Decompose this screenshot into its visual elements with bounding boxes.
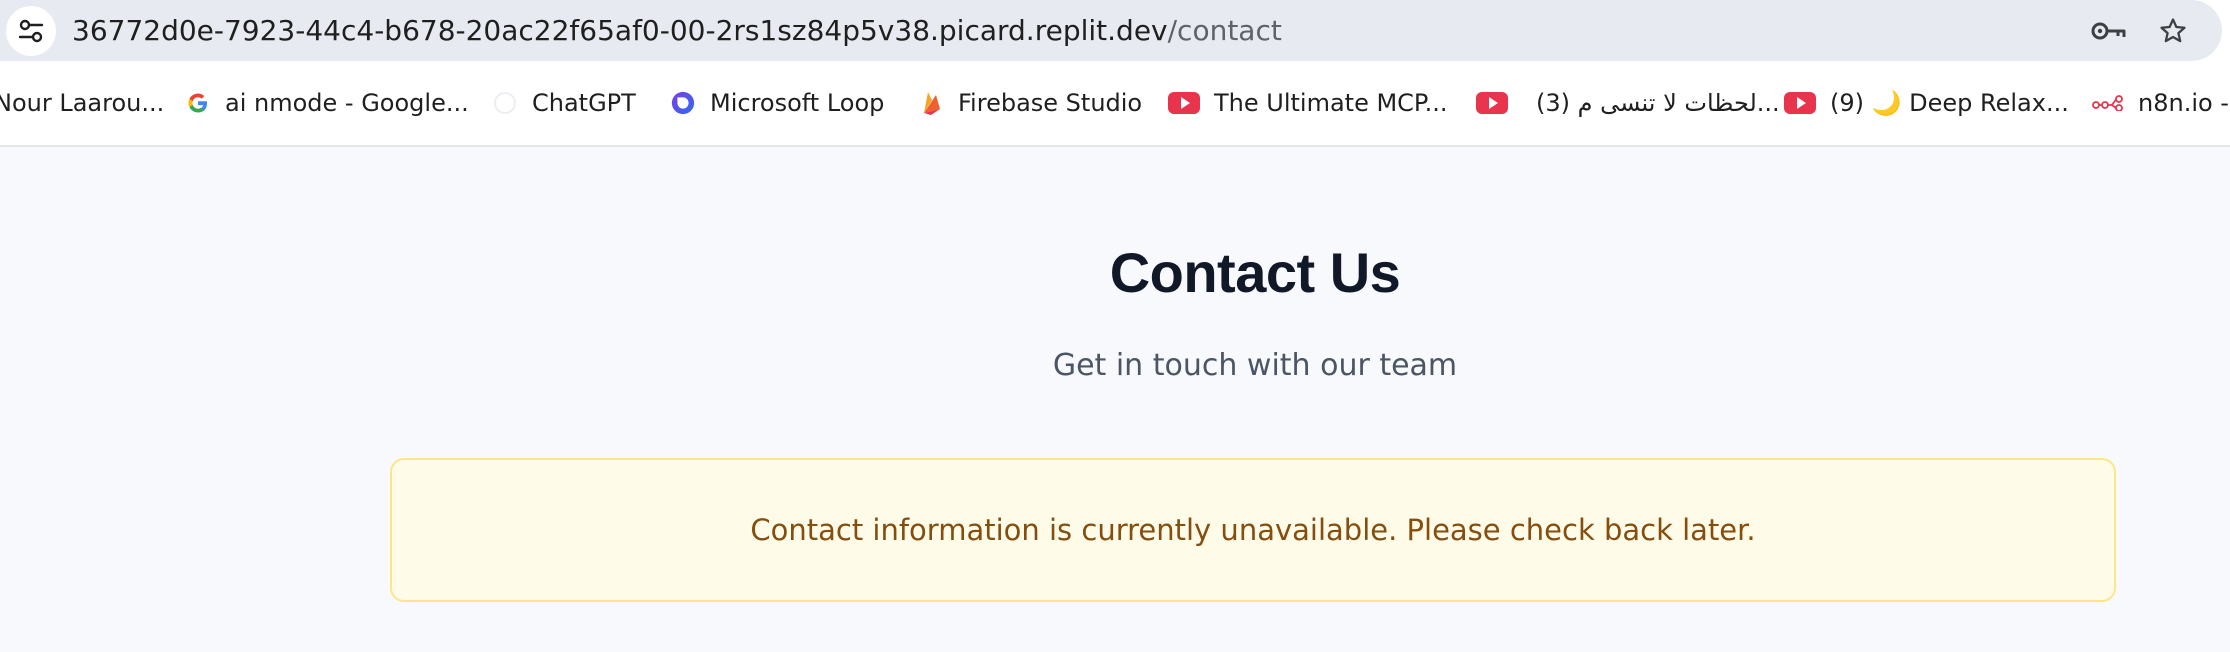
page-title: Contact Us bbox=[1109, 241, 1401, 304]
youtube-icon bbox=[1168, 90, 1200, 116]
youtube-icon bbox=[1476, 90, 1508, 116]
bookmark-label: ai nmode - Google... bbox=[225, 89, 469, 117]
url-text[interactable]: 36772d0e-7923-44c4-b678-20ac22f65af0-00-… bbox=[72, 0, 1282, 61]
bookmark-item[interactable]: The Ultimate MCP... bbox=[1168, 72, 1448, 134]
bookmark-item[interactable]: n8n.io - bbox=[2092, 72, 2229, 134]
bookmark-item[interactable]: Firebase Studio bbox=[918, 72, 1142, 134]
bookmark-label: The Ultimate MCP... bbox=[1214, 89, 1448, 117]
bookmark-item[interactable]: Nour Laarou... bbox=[0, 72, 164, 134]
bookmark-label: n8n.io - bbox=[2138, 89, 2229, 117]
star-icon bbox=[2160, 18, 2186, 43]
page-subtitle: Get in touch with our team bbox=[1052, 348, 1458, 383]
tune-icon bbox=[18, 19, 44, 43]
bookmarks-bar: Nour Laarou... ai nmode - Google... Chat… bbox=[0, 72, 2230, 134]
bookmark-label: Microsoft Loop bbox=[710, 89, 885, 117]
address-bar[interactable]: 36772d0e-7923-44c4-b678-20ac22f65af0-00-… bbox=[0, 0, 2222, 61]
url-path: /contact bbox=[1167, 14, 1282, 47]
bookmark-item[interactable]: Microsoft Loop bbox=[670, 72, 884, 134]
bookmark-item[interactable]: ChatGPT bbox=[492, 72, 636, 134]
firebase-icon bbox=[918, 90, 944, 116]
bookmark-item[interactable]: ai nmode - Google... bbox=[185, 72, 469, 134]
bookmark-label: (9) 🌙 Deep Relax... bbox=[1830, 89, 2069, 117]
bookmark-label: Nour Laarou... bbox=[0, 89, 165, 117]
key-icon bbox=[2091, 22, 2126, 40]
youtube-icon bbox=[1784, 90, 1816, 116]
chatgpt-icon bbox=[492, 90, 518, 116]
bookmark-item[interactable]: (9) 🌙 Deep Relax... bbox=[1784, 72, 2069, 134]
site-info-button[interactable] bbox=[6, 6, 56, 56]
bookmark-label: ChatGPT bbox=[532, 89, 636, 117]
google-icon bbox=[185, 90, 211, 116]
password-manager-button[interactable] bbox=[2086, 8, 2132, 54]
loop-icon bbox=[670, 90, 696, 116]
notice-banner: Contact information is currently unavail… bbox=[390, 458, 2116, 602]
bookmark-label: (3) لحظات لا تنسى م... bbox=[1536, 89, 1780, 117]
bookmark-star-button[interactable] bbox=[2150, 8, 2196, 54]
url-host: 36772d0e-7923-44c4-b678-20ac22f65af0-00-… bbox=[72, 14, 1168, 47]
bookmark-label: Firebase Studio bbox=[958, 89, 1143, 117]
n8n-icon bbox=[2092, 90, 2124, 116]
bookmark-item[interactable]: (3) لحظات لا تنسى م... bbox=[1476, 72, 1780, 134]
notice-text: Contact information is currently unavail… bbox=[750, 513, 1756, 547]
browser-chrome: 36772d0e-7923-44c4-b678-20ac22f65af0-00-… bbox=[0, 0, 2230, 147]
